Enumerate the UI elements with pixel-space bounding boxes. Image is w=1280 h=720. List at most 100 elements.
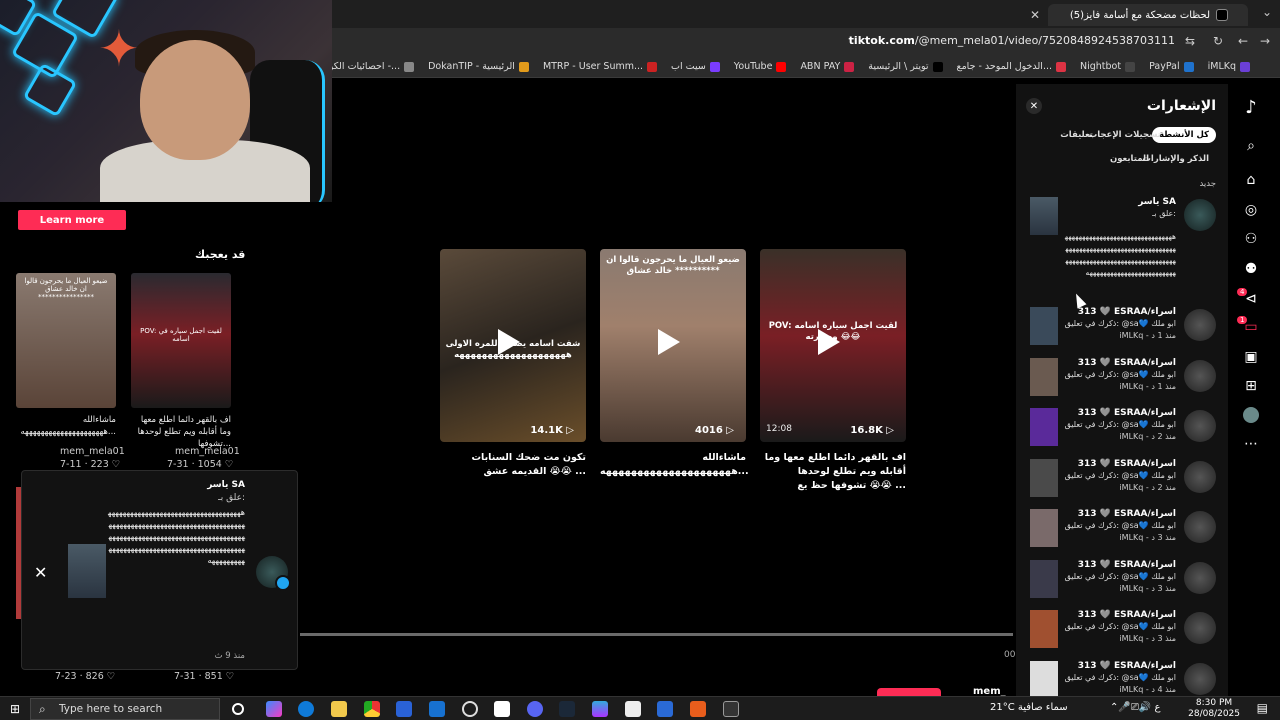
close-tab-icon[interactable]: ✕: [1030, 8, 1040, 22]
notification-thumb[interactable]: [1030, 509, 1058, 547]
notification-thumb[interactable]: [1030, 660, 1058, 699]
steam-icon[interactable]: [559, 701, 575, 717]
task-view-icon[interactable]: [232, 703, 244, 715]
bookmark-item[interactable]: ABN PAY: [800, 61, 855, 72]
avatar[interactable]: [1184, 662, 1216, 695]
outlook-icon[interactable]: [429, 701, 445, 717]
learn-more-button[interactable]: Learn more: [18, 210, 126, 230]
system-tray[interactable]: ⌃🎤⎚🔊 ع: [1110, 702, 1160, 713]
obs-icon[interactable]: [462, 701, 478, 717]
bookmark-item[interactable]: سيت اب: [671, 61, 720, 72]
close-panel-icon[interactable]: ✕: [1026, 98, 1042, 114]
live-icon[interactable]: ▣: [1240, 346, 1262, 368]
forward-icon[interactable]: →: [1260, 34, 1270, 48]
avatar[interactable]: [1184, 359, 1216, 392]
back-icon[interactable]: ←: [1238, 34, 1248, 48]
suggested-video-thumb[interactable]: POV: لقيت اجمل سياره في اسامه: [131, 273, 231, 408]
view-count: 14.1K: [530, 425, 574, 436]
copilot-icon[interactable]: [266, 701, 282, 717]
discord-icon[interactable]: [527, 701, 543, 717]
edge-icon[interactable]: [298, 701, 314, 717]
app-icon[interactable]: [690, 701, 706, 717]
video-caption[interactable]: تكون مت ضحك السنابات القديمه عشق 😭😭 ...: [440, 451, 586, 479]
notification-item[interactable]: 313 🩶 ESRAA/اسراء ذكرك في تعليق: @sa💙 ابو…: [1016, 610, 1228, 660]
tiktok-logo-icon[interactable]: ♪: [1240, 96, 1262, 118]
app-icon[interactable]: [657, 701, 673, 717]
explore-icon[interactable]: ◎: [1240, 199, 1262, 221]
upload-icon[interactable]: ⊞: [1240, 375, 1262, 397]
terminal-icon[interactable]: [723, 701, 739, 717]
avatar[interactable]: [1184, 309, 1216, 341]
video-card[interactable]: ضيعو العيال ما يحرجون قالوا ان خالد عشاق…: [600, 249, 746, 442]
search-icon[interactable]: ⌕: [1240, 135, 1262, 157]
notepad-icon[interactable]: [625, 701, 641, 717]
file-explorer-icon[interactable]: [331, 701, 347, 717]
avatar[interactable]: [1184, 612, 1216, 644]
bookmark-item[interactable]: DokanTIP - الرئيسية: [428, 61, 529, 72]
url-text[interactable]: tiktok.com/@mem_mela01/video/75208489245…: [849, 34, 1175, 47]
following-icon[interactable]: ⚇: [1240, 228, 1262, 250]
suggested-caption[interactable]: ماشاءالله ...هههههههههههههههههههههه: [16, 414, 116, 438]
notification-thumb[interactable]: [1030, 307, 1058, 345]
close-popup-icon[interactable]: ✕: [34, 563, 47, 582]
notification-item[interactable]: 313 🩶 ESRAA/اسراء ذكرك في تعليق: @sa💙 ابو…: [1016, 559, 1228, 610]
notification-thumb[interactable]: [1030, 559, 1058, 598]
bookmark-item[interactable]: YouTube: [734, 61, 787, 72]
bookmark-item[interactable]: iMLKq: [1208, 61, 1250, 72]
bookmark-item[interactable]: PayPal: [1149, 61, 1194, 72]
more-icon[interactable]: ⋯: [1240, 433, 1262, 455]
weather-widget[interactable]: 21°C سماء صافية: [990, 702, 1068, 713]
notification-item[interactable]: 313 🩶 ESRAA/اسراء ذكرك في تعليق: @sa💙 ابو…: [1016, 458, 1228, 509]
clock[interactable]: 8:30 PM 28/08/2025: [1188, 698, 1240, 720]
notification-thumb[interactable]: [1030, 357, 1058, 396]
avatar[interactable]: [1184, 410, 1216, 442]
friends-icon[interactable]: ⚉: [1240, 258, 1262, 280]
video-caption[interactable]: ماشاءالله ...هههههههههههههههههههههه: [600, 451, 749, 479]
bookmark-item[interactable]: تويتر \ الرئيسية: [868, 61, 943, 72]
bookmark-item[interactable]: Nightbot: [1080, 61, 1136, 72]
tab-comments[interactable]: تعليقات: [1053, 127, 1100, 143]
notification-thumb[interactable]: [1030, 610, 1058, 648]
avatar[interactable]: [1184, 511, 1216, 543]
video-card[interactable]: شفت اسامه يضحك للمره الاولى هههههههههههه…: [440, 249, 586, 442]
notification-item[interactable]: ياسر SA علق بـ: هههههههههههههههههههههههه…: [1016, 197, 1228, 297]
windows-start-icon[interactable]: ⊞: [10, 702, 20, 716]
avatar[interactable]: [1184, 561, 1216, 594]
profile-avatar[interactable]: [1240, 404, 1262, 426]
suggested-caption[interactable]: اف بالقهر دائما اطلع معها وما أقابله ويم…: [131, 414, 231, 450]
notification-item[interactable]: 313 🩶 ESRAA/اسراء ذكرك في تعليق: @sa💙 ابو…: [1016, 307, 1228, 357]
capcut-icon[interactable]: [494, 701, 510, 717]
avatar[interactable]: [1184, 199, 1216, 231]
notification-center-icon[interactable]: ▤: [1257, 701, 1268, 715]
store-icon[interactable]: [396, 701, 412, 717]
follow-button[interactable]: [877, 688, 941, 696]
play-icon: [658, 329, 680, 355]
bookmark-item[interactable]: MTRP - User Summ...: [543, 61, 658, 72]
video-progress-bar[interactable]: [300, 633, 1013, 636]
suggested-username[interactable]: mem_mela01: [60, 446, 125, 457]
home-icon[interactable]: ⌂: [1240, 169, 1262, 191]
tab-list-chevron-icon[interactable]: ⌄: [1262, 5, 1272, 19]
browser-tab[interactable]: ✕ (5)لحظات مضحكة مع أسامة فايز: [1030, 4, 1248, 26]
notification-thumb[interactable]: [1030, 458, 1058, 497]
taskbar-search-input[interactable]: Type here to search: [30, 698, 220, 720]
popup-video-thumb[interactable]: [68, 544, 106, 598]
chrome-icon[interactable]: [364, 701, 380, 717]
notification-item[interactable]: 313 🩶 ESRAA/اسراء ذكرك في تعليق: @sa💙 ابو…: [1016, 357, 1228, 408]
notification-item[interactable]: 313 🩶 ESRAA/اسراء ذكرك في تعليق: @sa💙 ابو…: [1016, 509, 1228, 559]
avatar[interactable]: [256, 556, 291, 591]
video-caption[interactable]: اف بالقهر دائما اطلع معها وما أقابله ويم…: [760, 451, 906, 493]
site-settings-icon[interactable]: ⇆: [1185, 34, 1195, 48]
notification-item[interactable]: 313 🩶 ESRAA/اسراء ذكرك في تعليق: @sa💙 ابو…: [1016, 408, 1228, 458]
avatar[interactable]: [1184, 460, 1216, 493]
reload-icon[interactable]: ↻: [1213, 34, 1223, 48]
bookmark-item[interactable]: الدخول الموحد - جامع...: [957, 61, 1066, 72]
video-card[interactable]: POV: لقيت اجمل سياره اسامه وصورته 😂😂 12:…: [760, 249, 906, 442]
suggested-username[interactable]: mem_mela01: [175, 446, 240, 457]
suggested-video-thumb[interactable]: ضيعو العيال ما يحرجون قالوا ان خالد عشاق…: [16, 273, 116, 408]
notification-thumb[interactable]: [1030, 408, 1058, 446]
tab-followers[interactable]: المتابعون: [1103, 151, 1156, 167]
comment-popup[interactable]: ✕ ياسر SA علق بـ: هههههههههههههههههههههه…: [21, 470, 298, 670]
notification-thumb[interactable]: [1030, 197, 1058, 235]
app-icon[interactable]: [592, 701, 608, 717]
